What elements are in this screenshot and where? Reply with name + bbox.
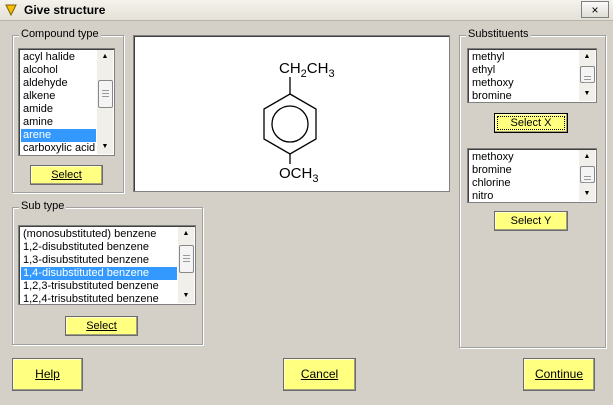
structure-view: CH2CH3 OCH3 xyxy=(133,35,450,192)
top-substituent: CH2CH3 xyxy=(279,60,335,80)
close-icon: × xyxy=(591,3,599,17)
scroll-thumb[interactable] xyxy=(580,166,595,183)
substituent-y-item[interactable]: methoxy xyxy=(470,151,578,164)
scroll-thumb[interactable] xyxy=(580,66,595,83)
substituent-y-list[interactable]: methoxy bromine chlorine nitro ▲ ▼ xyxy=(467,148,597,203)
sub-type-item[interactable]: 1,4-disubstituted benzene xyxy=(21,267,177,280)
compound-type-item[interactable]: amine xyxy=(21,116,96,129)
compound-type-scrollbar[interactable]: ▲ ▼ xyxy=(97,50,113,154)
sub-type-item[interactable]: (monosubstituted) benzene xyxy=(21,228,177,241)
subtype-select-button[interactable]: Select xyxy=(65,316,138,336)
sub-type-item[interactable]: 1,2-disubstituted benzene xyxy=(21,241,177,254)
sub-type-item[interactable]: 1,2,3-trisubstituted benzene xyxy=(21,280,177,293)
continue-button[interactable]: Continue xyxy=(523,358,595,391)
substituent-x-item[interactable]: bromine xyxy=(470,90,578,102)
close-button[interactable]: × xyxy=(581,1,609,18)
select-x-button[interactable]: Select X xyxy=(494,113,568,133)
substituent-x-item[interactable]: methyl xyxy=(470,51,578,64)
scroll-up-icon[interactable]: ▲ xyxy=(579,150,595,164)
compound-type-label: Compound type xyxy=(19,28,101,40)
help-button[interactable]: Help xyxy=(12,358,83,391)
scroll-down-icon[interactable]: ▼ xyxy=(579,87,595,101)
scroll-down-icon[interactable]: ▼ xyxy=(579,187,595,201)
substituent-y-scrollbar[interactable]: ▲ ▼ xyxy=(579,150,595,201)
sub-type-label: Sub type xyxy=(19,200,67,212)
window-title: Give structure xyxy=(24,3,106,17)
compound-type-item[interactable]: carboxylic acid xyxy=(21,142,96,155)
app-icon xyxy=(5,4,17,17)
structure-drawing: CH2CH3 OCH3 xyxy=(263,60,335,185)
scroll-thumb[interactable] xyxy=(98,80,113,108)
sub-type-item[interactable]: 1,3-disubstituted benzene xyxy=(21,254,177,267)
scroll-up-icon[interactable]: ▲ xyxy=(97,50,113,64)
substituent-y-item[interactable]: chlorine xyxy=(470,177,578,190)
substituent-y-item[interactable]: bromine xyxy=(470,164,578,177)
scroll-down-icon[interactable]: ▼ xyxy=(178,289,194,303)
sub-type-scrollbar[interactable]: ▲ ▼ xyxy=(178,227,194,303)
title-bar: Give structure × xyxy=(0,0,613,21)
substituent-y-item[interactable]: nitro xyxy=(470,190,578,202)
compound-type-item[interactable]: alkene xyxy=(21,90,96,103)
substituent-x-list[interactable]: methyl ethyl methoxy bromine ▲ ▼ xyxy=(467,48,597,103)
substituent-x-item[interactable]: ethyl xyxy=(470,64,578,77)
compound-type-item[interactable]: arene xyxy=(21,129,96,142)
compound-type-list[interactable]: acyl halide alcohol aldehyde alkene amide ami… xyxy=(18,48,115,156)
compound-type-item[interactable]: acyl halide xyxy=(21,51,96,64)
cancel-button[interactable]: Cancel xyxy=(283,358,356,391)
sub-type-item[interactable]: 1,2,4-trisubstituted benzene xyxy=(21,293,177,304)
scroll-up-icon[interactable]: ▲ xyxy=(579,50,595,64)
substituents-label: Substituents xyxy=(466,28,531,40)
substituent-x-item[interactable]: methoxy xyxy=(470,77,578,90)
select-y-button[interactable]: Select Y xyxy=(494,211,568,231)
compound-type-item[interactable]: aldehyde xyxy=(21,77,96,90)
scroll-up-icon[interactable]: ▲ xyxy=(178,227,194,241)
compound-type-item[interactable]: alcohol xyxy=(21,64,96,77)
bottom-substituent: OCH3 xyxy=(279,165,318,185)
compound-select-button[interactable]: Select xyxy=(30,165,103,185)
scroll-thumb[interactable] xyxy=(179,245,194,273)
aromatic-circle xyxy=(271,105,309,143)
compound-type-item[interactable]: amide xyxy=(21,103,96,116)
sub-type-list[interactable]: (monosubstituted) benzene 1,2-disubstitut… xyxy=(18,225,196,305)
substituent-x-scrollbar[interactable]: ▲ ▼ xyxy=(579,50,595,101)
scroll-down-icon[interactable]: ▼ xyxy=(97,140,113,154)
